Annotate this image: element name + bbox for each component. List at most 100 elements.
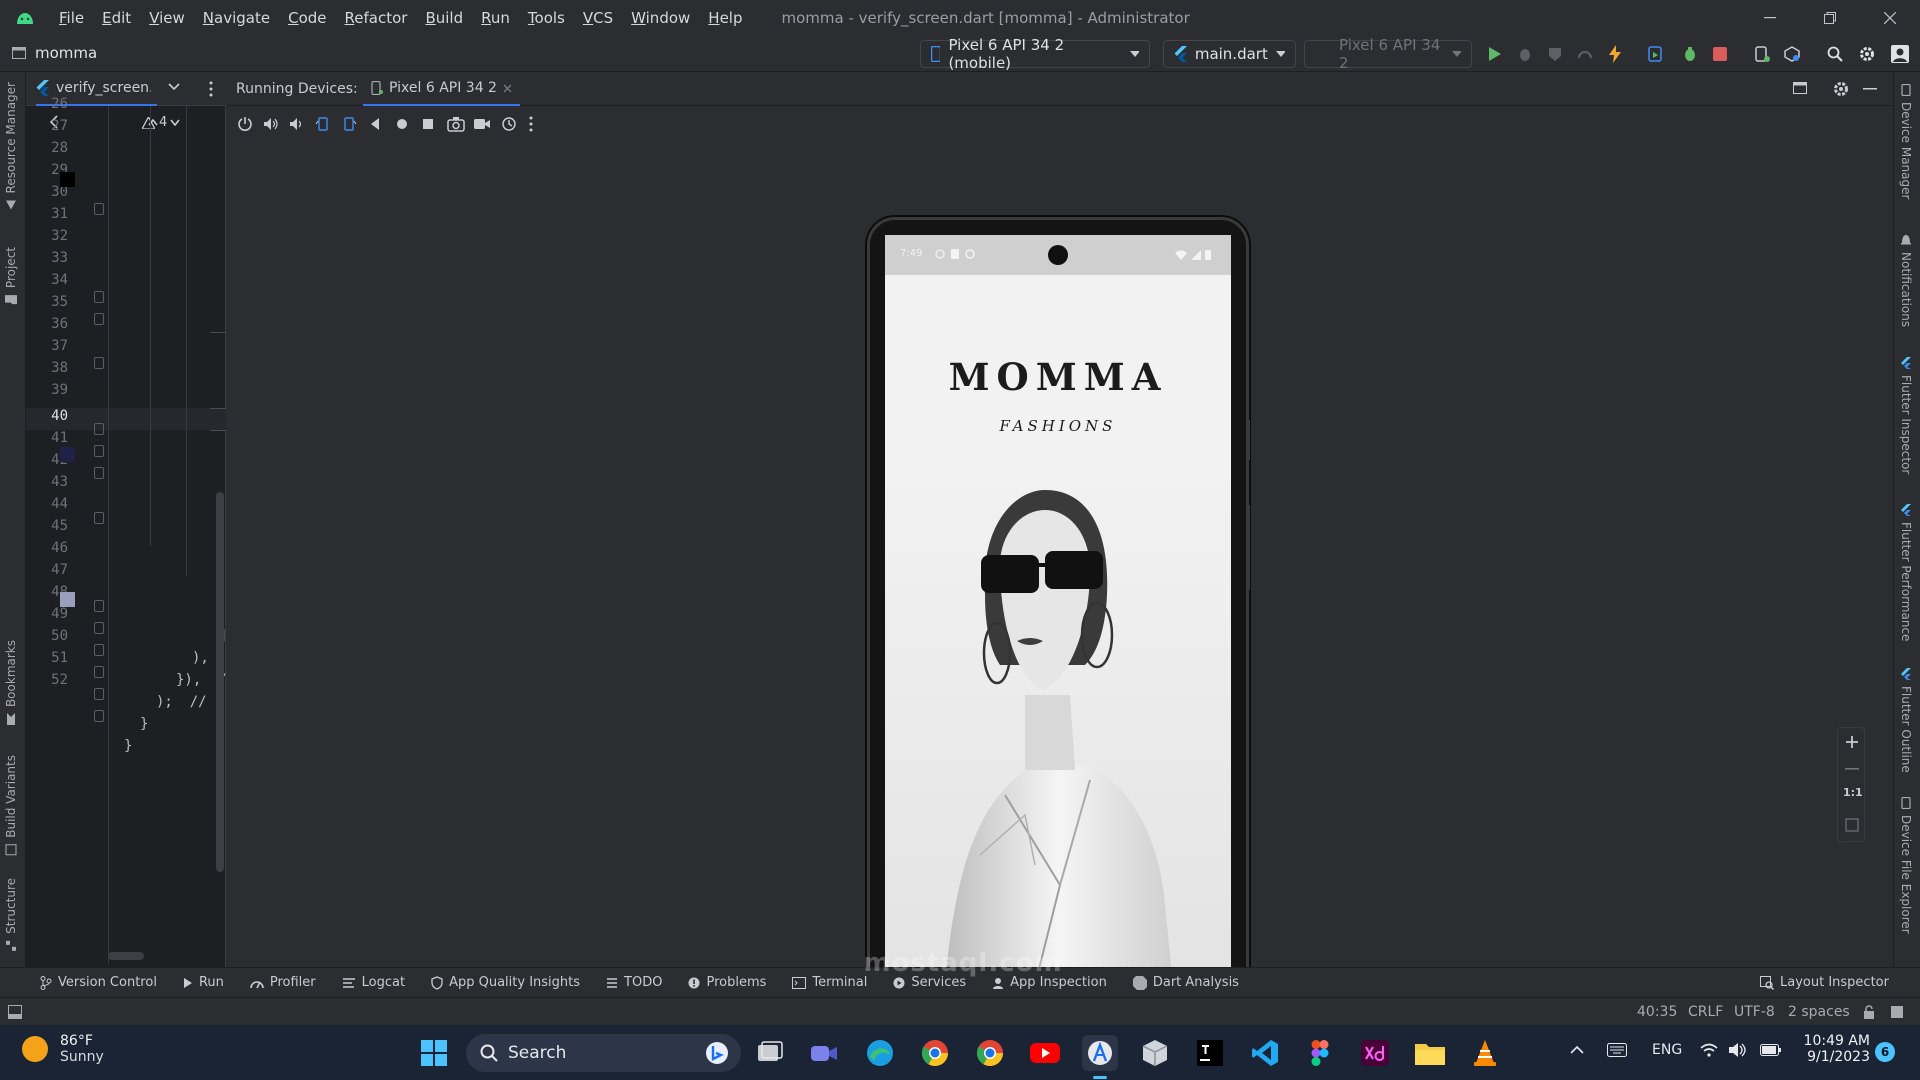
editor-horizontal-scrollbar[interactable]: [108, 952, 144, 960]
youtube-app[interactable]: [1027, 1035, 1063, 1071]
phone-volume-key[interactable]: [1246, 505, 1250, 590]
more-emulator-options-icon[interactable]: [529, 116, 533, 132]
fold-marker[interactable]: [94, 512, 104, 524]
clock[interactable]: 10:49 AM 9/1/2023: [1800, 1033, 1870, 1065]
readonly-lock-icon[interactable]: [1863, 1005, 1875, 1019]
power-icon[interactable]: [237, 116, 253, 132]
fold-marker[interactable]: [94, 423, 104, 435]
device-file-explorer-tool[interactable]: Device File Explorer: [1899, 797, 1913, 934]
project-selector[interactable]: momma: [12, 44, 97, 62]
vlc-app[interactable]: [1467, 1035, 1503, 1071]
keyboard-icon[interactable]: [1607, 1043, 1627, 1057]
color-swatch-lavender[interactable]: [60, 592, 75, 607]
indent-setting[interactable]: 2 spaces: [1788, 1004, 1850, 1020]
fold-marker[interactable]: [94, 600, 104, 612]
close-tab-icon[interactable]: [503, 84, 512, 93]
file-encoding[interactable]: UTF-8: [1734, 1004, 1775, 1020]
zoom-actual-size[interactable]: 1:1: [1843, 786, 1863, 799]
flutter-inspector-tool[interactable]: Flutter Inspector: [1899, 357, 1913, 474]
rotate-right-icon[interactable]: [341, 116, 357, 132]
jetbrains-app[interactable]: [1192, 1035, 1228, 1071]
next-highlight-icon[interactable]: [170, 119, 180, 126]
more-options-icon[interactable]: [209, 81, 213, 97]
logcat-tool[interactable]: Logcat: [342, 975, 405, 990]
tab-list-chevron-icon[interactable]: [168, 83, 180, 91]
fold-marker[interactable]: [94, 203, 104, 215]
fold-marker[interactable]: [94, 291, 104, 303]
weather-widget[interactable]: 86°F Sunny: [20, 1033, 104, 1065]
fold-marker[interactable]: [94, 622, 104, 634]
edge-app[interactable]: [862, 1035, 898, 1071]
hot-restart-icon[interactable]: [1645, 44, 1665, 64]
caret-position[interactable]: 40:35: [1637, 1004, 1677, 1020]
zoom-in-icon[interactable]: [1845, 735, 1859, 749]
menu-edit[interactable]: Edit: [93, 0, 140, 36]
todo-tool[interactable]: TODO: [606, 975, 662, 990]
run-icon[interactable]: [1485, 44, 1505, 64]
figma-app[interactable]: [1302, 1035, 1338, 1071]
settings-gear-icon[interactable]: [1857, 44, 1877, 64]
menu-help[interactable]: Help: [699, 0, 751, 36]
battery-icon[interactable]: [1760, 1044, 1782, 1056]
chrome-profile-app[interactable]: [972, 1035, 1008, 1071]
flutter-outline-tool[interactable]: Flutter Outline: [1899, 668, 1913, 773]
volume-up-icon[interactable]: [263, 116, 279, 132]
panel-settings-gear-icon[interactable]: [1833, 81, 1849, 97]
chrome-app[interactable]: [917, 1035, 953, 1071]
screen-record-icon[interactable]: [473, 117, 491, 131]
back-icon[interactable]: [369, 117, 381, 131]
fold-marker[interactable]: [94, 710, 104, 722]
fold-marker[interactable]: [94, 644, 104, 656]
fold-marker[interactable]: [94, 445, 104, 457]
menu-file[interactable]: File: [50, 0, 93, 36]
structure-tool[interactable]: Structure: [4, 878, 18, 952]
dart-analysis-tool[interactable]: Dart Analysis: [1132, 975, 1239, 990]
home-icon[interactable]: [395, 117, 409, 131]
fold-marker[interactable]: [94, 688, 104, 700]
android-studio-app[interactable]: [1082, 1035, 1118, 1071]
run-tool[interactable]: Run: [183, 975, 224, 990]
notification-badge[interactable]: 6: [1875, 1042, 1895, 1062]
run-with-coverage-icon[interactable]: [1545, 44, 1565, 64]
menu-navigate[interactable]: Navigate: [194, 0, 279, 36]
account-avatar-icon[interactable]: [1890, 44, 1910, 64]
vscode-app[interactable]: [1247, 1035, 1283, 1071]
volume-down-icon[interactable]: [289, 116, 305, 132]
fold-marker[interactable]: [94, 666, 104, 678]
menu-build[interactable]: Build: [416, 0, 472, 36]
sdk-manager-icon[interactable]: [1782, 44, 1802, 64]
restore-button[interactable]: [1800, 0, 1860, 36]
menu-view[interactable]: View: [140, 0, 194, 36]
device-tab-pixel6[interactable]: Pixel 6 API 34 2: [363, 72, 520, 106]
fold-marker[interactable]: [94, 313, 104, 325]
rotate-left-icon[interactable]: [315, 116, 331, 132]
search-icon[interactable]: [1825, 44, 1845, 64]
menu-window[interactable]: Window: [622, 0, 699, 36]
hot-reload-icon[interactable]: [1605, 44, 1625, 64]
profile-icon[interactable]: [1575, 44, 1595, 64]
color-swatch-navy[interactable]: [60, 447, 75, 462]
adobe-xd-app[interactable]: [1357, 1035, 1393, 1071]
stop-icon[interactable]: [1710, 44, 1730, 64]
show-hidden-icons-chevron-icon[interactable]: [1570, 1045, 1584, 1054]
phone-screen[interactable]: 7:49 MOMMA FASHIONS: [885, 235, 1231, 1010]
speaker-volume-icon[interactable]: [1728, 1043, 1748, 1057]
taskbar-search[interactable]: Search: [466, 1034, 741, 1072]
cube-app[interactable]: [1137, 1035, 1173, 1071]
maximize-panel-icon[interactable]: [1793, 82, 1807, 94]
menu-vcs[interactable]: VCS: [574, 0, 622, 36]
menu-code[interactable]: Code: [279, 0, 335, 36]
zoom-fit-icon[interactable]: [1845, 818, 1859, 832]
app-quality-insights-tool[interactable]: App Quality Insights: [431, 975, 580, 990]
editor-vertical-scrollbar[interactable]: [216, 492, 224, 872]
toggle-tool-windows-icon[interactable]: [8, 1005, 22, 1019]
menu-refactor[interactable]: Refactor: [336, 0, 417, 36]
notifications-tool[interactable]: Notifications: [1899, 234, 1913, 327]
screenshot-camera-icon[interactable]: [447, 116, 465, 132]
snapshot-history-icon[interactable]: [501, 116, 517, 132]
run-config-selector[interactable]: main.dart: [1163, 40, 1296, 68]
phone-power-key[interactable]: [1246, 420, 1250, 460]
color-swatch-black[interactable]: [60, 172, 75, 187]
device-manager-icon[interactable]: [1752, 44, 1772, 64]
close-button[interactable]: [1860, 0, 1920, 36]
